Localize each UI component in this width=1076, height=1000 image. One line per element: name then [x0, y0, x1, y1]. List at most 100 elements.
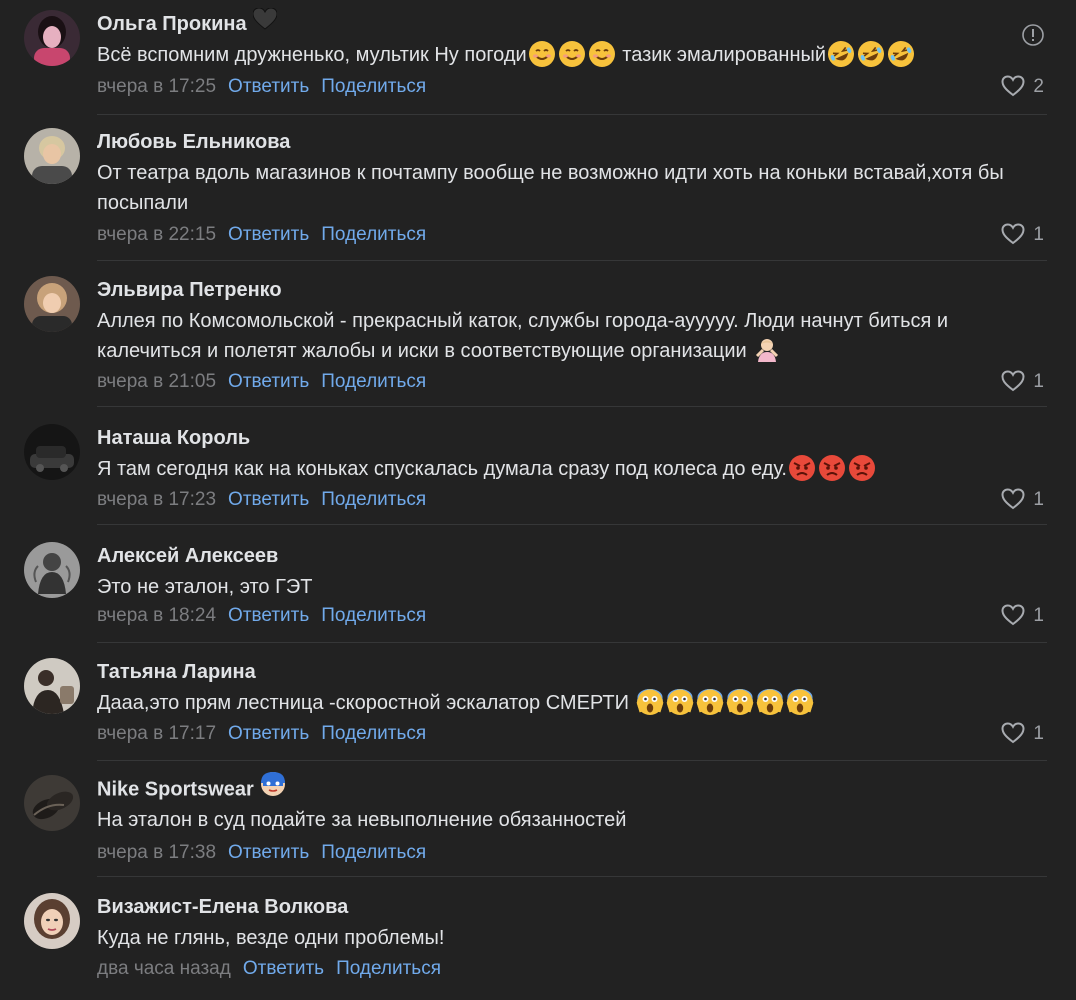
comment-author[interactable]: Ольга Прокина	[97, 7, 278, 38]
screaming-face-emoji-icon	[756, 689, 783, 715]
emoji-group	[826, 41, 916, 67]
reply-button[interactable]: Ответить	[228, 842, 309, 863]
timestamp[interactable]: вчера в 21:05	[97, 371, 216, 392]
timestamp[interactable]: вчера в 17:23	[97, 489, 216, 510]
avatar[interactable]	[24, 775, 80, 831]
comment-author[interactable]: Алексей Алексеев	[97, 542, 278, 570]
timestamp[interactable]: вчера в 22:15	[97, 224, 216, 245]
reply-button[interactable]: Ответить	[228, 224, 309, 245]
emoji-group	[787, 455, 877, 481]
heart-icon	[1001, 370, 1025, 392]
share-button[interactable]: Поделиться	[321, 489, 426, 510]
comment-author[interactable]: Наташа Король	[97, 424, 250, 452]
comment-meta: вчера в 17:17 Ответить Поделиться	[97, 722, 426, 746]
like-button[interactable]: 1	[1001, 370, 1044, 394]
author-name[interactable]: Татьяна Ларина	[97, 661, 256, 683]
heart-icon	[1001, 223, 1025, 245]
author-name[interactable]: Визажист-Елена Волкова	[97, 896, 348, 918]
like-count: 1	[1033, 224, 1044, 245]
like-button[interactable]: 1	[1001, 223, 1044, 247]
comment-author[interactable]: Эльвира Петренко	[97, 276, 282, 304]
divider	[97, 406, 1047, 407]
share-button[interactable]: Поделиться	[321, 842, 426, 863]
angry-face-emoji-icon	[818, 455, 845, 481]
comment-text: На эталон в суд подайте за невыполнение …	[97, 805, 1057, 835]
timestamp[interactable]: вчера в 17:38	[97, 842, 216, 863]
comment-text-part: Всё вспомним дружненько, мультик Ну пого…	[97, 44, 527, 66]
author-name[interactable]: Наташа Король	[97, 427, 250, 449]
comment-meta: вчера в 17:25 Ответить Поделиться	[97, 75, 426, 99]
comment-text: Куда не глянь, везде одни проблемы!	[97, 923, 1057, 953]
reply-button[interactable]: Ответить	[228, 76, 309, 97]
author-name[interactable]: Nike Sportswear	[97, 778, 254, 800]
share-button[interactable]: Поделиться	[321, 605, 426, 626]
comment-author[interactable]: Визажист-Елена Волкова	[97, 893, 348, 921]
comment-text-part: Дааа,это прям лестница -скоростной эскал…	[97, 692, 635, 714]
smiling-face-emoji-icon	[558, 41, 585, 67]
avatar[interactable]	[24, 10, 80, 66]
comment-author[interactable]: Nike Sportswear	[97, 772, 286, 805]
like-button[interactable]: 1	[1001, 722, 1044, 746]
person-gesturing-emoji-icon	[756, 339, 779, 362]
author-name[interactable]: Алексей Алексеев	[97, 545, 278, 567]
like-count: 2	[1033, 76, 1044, 97]
avatar[interactable]	[24, 276, 80, 332]
emoji-group	[752, 339, 782, 362]
comments-feed: Ольга Прокина Всё вспомним дружненько, м…	[0, 0, 1076, 1000]
share-button[interactable]: Поделиться	[321, 371, 426, 392]
rolling-laughing-emoji-icon	[888, 41, 915, 67]
share-button[interactable]: Поделиться	[321, 76, 426, 97]
comment-text: Дааа,это прям лестница -скоростной эскал…	[97, 688, 1057, 718]
like-count: 1	[1033, 489, 1044, 510]
emoji-group	[527, 41, 617, 67]
avatar[interactable]	[24, 128, 80, 184]
reply-button[interactable]: Ответить	[243, 958, 324, 979]
comment-meta: вчера в 17:23 Ответить Поделиться	[97, 488, 426, 512]
screaming-face-emoji-icon	[726, 689, 753, 715]
reply-button[interactable]: Ответить	[228, 723, 309, 744]
share-button[interactable]: Поделиться	[336, 958, 441, 979]
like-button[interactable]: 1	[1001, 488, 1044, 512]
angry-face-emoji-icon	[788, 455, 815, 481]
heart-icon	[1001, 604, 1025, 626]
timestamp[interactable]: два часа назад	[97, 958, 231, 979]
comment-meta: вчера в 21:05 Ответить Поделиться	[97, 370, 426, 394]
divider	[97, 524, 1047, 525]
heart-icon	[1001, 722, 1025, 744]
divider	[97, 260, 1047, 261]
smiling-face-emoji-icon	[528, 41, 555, 67]
like-count: 1	[1033, 371, 1044, 392]
screaming-face-emoji-icon	[696, 689, 723, 715]
avatar[interactable]	[24, 542, 80, 598]
divider	[97, 760, 1047, 761]
black-heart-emoji-icon	[252, 7, 278, 38]
heart-icon	[1001, 75, 1025, 97]
comment-text-part: Это не эталон, это ГЭТ	[97, 576, 313, 598]
avatar[interactable]	[24, 424, 80, 480]
author-name[interactable]: Ольга Прокина	[97, 13, 247, 35]
like-button[interactable]: 1	[1001, 604, 1044, 628]
share-button[interactable]: Поделиться	[321, 723, 426, 744]
comment-text-part: Я там сегодня как на коньках спускалась …	[97, 458, 787, 480]
comment-author[interactable]: Любовь Ельникова	[97, 128, 290, 156]
comment-text-part: На эталон в суд подайте за невыполнение …	[97, 809, 627, 831]
reply-button[interactable]: Ответить	[228, 489, 309, 510]
screaming-face-emoji-icon	[666, 689, 693, 715]
comment-text-part: тазик эмалированный	[616, 44, 827, 66]
avatar[interactable]	[24, 658, 80, 714]
rolling-laughing-emoji-icon	[858, 41, 885, 67]
reply-button[interactable]: Ответить	[228, 371, 309, 392]
author-name[interactable]: Любовь Ельникова	[97, 131, 290, 153]
avatar[interactable]	[24, 893, 80, 949]
reply-button[interactable]: Ответить	[228, 605, 309, 626]
timestamp[interactable]: вчера в 17:25	[97, 76, 216, 97]
comment-author[interactable]: Татьяна Ларина	[97, 658, 256, 686]
share-button[interactable]: Поделиться	[321, 224, 426, 245]
like-button[interactable]: 2	[1001, 75, 1044, 99]
divider	[97, 642, 1047, 643]
timestamp[interactable]: вчера в 17:17	[97, 723, 216, 744]
superhero-mask-emoji-icon	[260, 771, 286, 805]
author-name[interactable]: Эльвира Петренко	[97, 279, 282, 301]
comment-text-part: Куда не глянь, везде одни проблемы!	[97, 927, 445, 949]
timestamp[interactable]: вчера в 18:24	[97, 605, 216, 626]
